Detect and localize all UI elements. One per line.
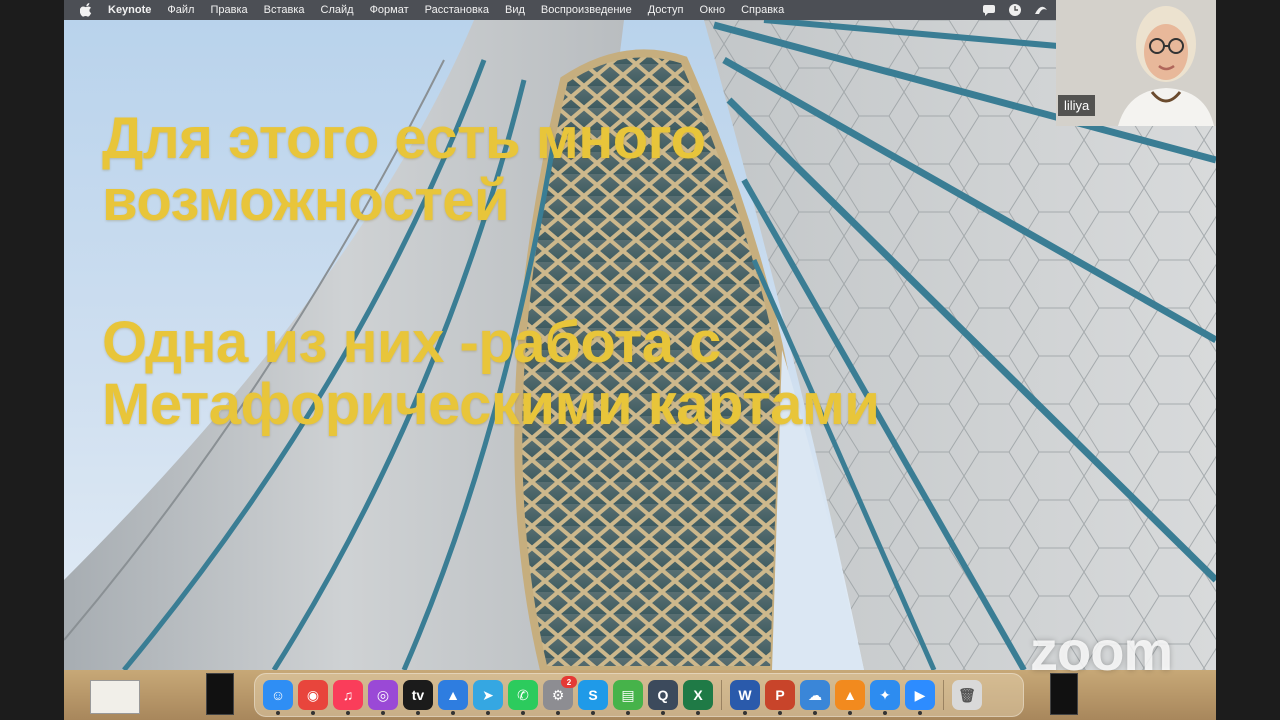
slide-line-1: Для этого есть много: [102, 106, 706, 171]
system-settings-icon[interactable]: ⚙ 2: [543, 676, 577, 715]
running-indicator: [743, 711, 747, 715]
running-indicator: [556, 711, 560, 715]
keynote-slide: Для этого есть много возможностей Одна и…: [64, 20, 1216, 670]
vlc-icon[interactable]: ▲: [835, 680, 865, 715]
zoom-watermark: zoom: [1030, 619, 1173, 682]
quicktime-icon[interactable]: Q: [648, 680, 678, 715]
running-indicator: [276, 711, 280, 715]
menu-share[interactable]: Доступ: [648, 4, 684, 16]
slide-line-3: Одна из них -работа с: [102, 310, 721, 375]
participant-video-tile[interactable]: liliya: [1056, 0, 1216, 126]
slide-line-4: Метафорическими картами: [102, 372, 880, 437]
apple-menu-icon[interactable]: [80, 3, 94, 17]
dock-icon-glyph: W: [738, 687, 752, 703]
running-indicator: [521, 711, 525, 715]
running-indicator: [591, 711, 595, 715]
dock-icon-glyph: ☁: [808, 686, 822, 703]
word-icon[interactable]: W: [730, 680, 760, 715]
running-indicator: [813, 711, 817, 715]
edge-icon[interactable]: [1034, 4, 1048, 16]
running-indicator: [883, 711, 887, 715]
desktop-window-thumbnail-left[interactable]: [206, 673, 234, 715]
menu-format[interactable]: Формат: [370, 4, 409, 16]
menu-bar: Keynote Файл Правка Вставка Слайд Формат…: [64, 0, 1216, 20]
trash-icon[interactable]: 🗑: [952, 680, 982, 710]
dock-apps-secondary: W P ☁ ▲ ✦ ▶: [730, 680, 935, 715]
dock-icon-glyph: ➤: [482, 686, 494, 703]
dock-icon-glyph: ◉: [306, 686, 320, 703]
menu-edit[interactable]: Правка: [210, 4, 247, 16]
dock: ☺ ◉ ♫ ◎ tv ▲ ➤ ✆ ⚙ 2 S ▤ Q X W P ☁ ▲ ✦ ▶ 🗑: [254, 673, 1024, 717]
running-indicator: [848, 711, 852, 715]
desktop-screen: Keynote Файл Правка Вставка Слайд Формат…: [64, 0, 1216, 720]
running-indicator: [311, 711, 315, 715]
apple-tv-icon[interactable]: tv: [403, 680, 433, 715]
running-indicator: [381, 711, 385, 715]
telegram-icon[interactable]: ➤: [473, 680, 503, 715]
slide-text-block-1: Для этого есть много возможностей: [102, 108, 706, 232]
dock-icon-glyph: ⚙: [551, 686, 565, 703]
dock-icon-glyph: ▲: [843, 687, 857, 703]
menu-arrange[interactable]: Расстановка: [425, 4, 489, 16]
dock-icon-glyph: X: [693, 687, 703, 703]
running-indicator: [451, 711, 455, 715]
dock-icon-glyph: Q: [657, 687, 669, 703]
cloud-icon[interactable]: ☁: [800, 680, 830, 715]
whatsapp-icon[interactable]: ✆: [508, 680, 538, 715]
dock-icon-glyph: ▶: [914, 686, 926, 703]
excel-icon[interactable]: X: [683, 680, 713, 715]
dock-icon-glyph: ✆: [517, 686, 529, 703]
dock-apps: ☺ ◉ ♫ ◎ tv ▲ ➤ ✆ ⚙ 2 S ▤ Q X: [263, 676, 713, 715]
menu-view[interactable]: Вид: [505, 4, 525, 16]
desktop-document-thumbnail[interactable]: [90, 680, 140, 714]
running-indicator: [346, 711, 350, 715]
running-indicator: [661, 711, 665, 715]
slide-text-block-2: Одна из них -работа с Метафорическими ка…: [102, 310, 880, 437]
dock-icon-glyph: ✦: [879, 686, 891, 703]
menu-app-keynote[interactable]: Keynote: [108, 4, 151, 16]
dock-icon-glyph: tv: [411, 687, 425, 703]
clock-icon[interactable]: [1008, 3, 1022, 17]
running-indicator: [696, 711, 700, 715]
notification-badge: 2: [561, 676, 577, 688]
running-indicator: [416, 711, 420, 715]
dock-icon-glyph: ◎: [376, 686, 390, 703]
dock-icon-glyph: ▤: [621, 686, 635, 703]
menu-slide[interactable]: Слайд: [321, 4, 354, 16]
zoom-icon[interactable]: ▶: [905, 680, 935, 715]
slide-line-2: возможностей: [102, 168, 510, 233]
participant-name-label: liliya: [1058, 95, 1096, 116]
finder-icon[interactable]: ☺: [263, 680, 293, 715]
running-indicator: [626, 711, 630, 715]
menu-play[interactable]: Воспроизведение: [541, 4, 632, 16]
chrome-icon[interactable]: ◉: [298, 680, 328, 715]
dock-icon-glyph: ♫: [342, 687, 354, 703]
message-icon[interactable]: [982, 4, 996, 16]
music-icon[interactable]: ♫: [333, 680, 363, 715]
dock-icon-glyph: ☺: [270, 687, 286, 703]
dock-icon-glyph: 🗑: [958, 686, 976, 703]
skype-icon[interactable]: S: [578, 680, 608, 715]
menu-file[interactable]: Файл: [167, 4, 194, 16]
dock-trash-slot: 🗑: [952, 680, 982, 710]
dock-separator: [943, 680, 944, 710]
menu-help[interactable]: Справка: [741, 4, 784, 16]
menu-window[interactable]: Окно: [700, 4, 726, 16]
dock-icon-glyph: ▲: [446, 687, 460, 703]
safari-icon[interactable]: ✦: [870, 680, 900, 715]
running-indicator: [778, 711, 782, 715]
podcasts-icon[interactable]: ◎: [368, 680, 398, 715]
running-indicator: [486, 711, 490, 715]
dock-icon-glyph: P: [775, 687, 785, 703]
layers-icon[interactable]: ▤: [613, 680, 643, 715]
powerpoint-icon[interactable]: P: [765, 680, 795, 715]
keynote-icon[interactable]: ▲: [438, 680, 468, 715]
menu-insert[interactable]: Вставка: [264, 4, 305, 16]
dock-icon-glyph: S: [588, 687, 598, 703]
dock-separator: [721, 680, 722, 710]
running-indicator: [918, 711, 922, 715]
